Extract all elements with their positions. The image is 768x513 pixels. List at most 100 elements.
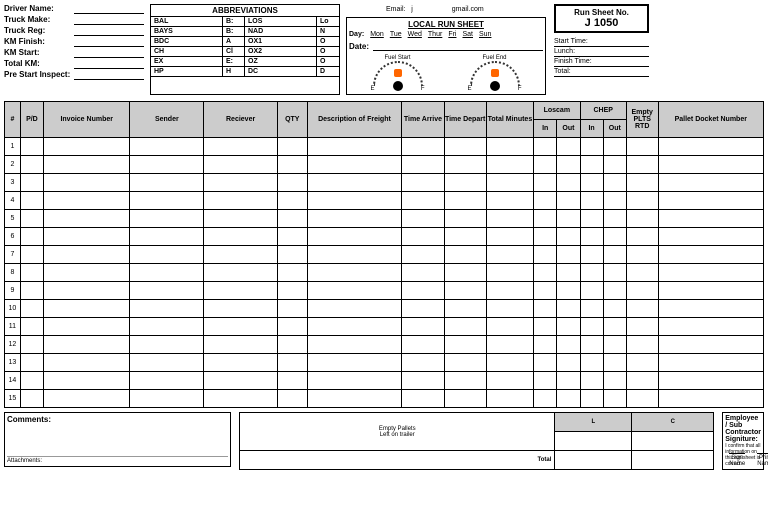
cell[interactable]: [130, 336, 204, 354]
cell[interactable]: [307, 228, 402, 246]
cell[interactable]: [402, 138, 444, 156]
cell[interactable]: [534, 336, 557, 354]
cell[interactable]: [580, 192, 603, 210]
cell[interactable]: [658, 336, 763, 354]
cell[interactable]: [534, 192, 557, 210]
cell[interactable]: [444, 228, 486, 246]
cell[interactable]: [204, 246, 278, 264]
cell[interactable]: [204, 138, 278, 156]
cell[interactable]: [444, 300, 486, 318]
cell[interactable]: [20, 174, 43, 192]
cell[interactable]: [658, 210, 763, 228]
cell[interactable]: [626, 300, 658, 318]
cell[interactable]: [278, 174, 308, 192]
truck-reg-field[interactable]: [74, 26, 144, 36]
cell[interactable]: [486, 228, 533, 246]
cell[interactable]: [444, 354, 486, 372]
cell[interactable]: [658, 174, 763, 192]
cell[interactable]: [557, 354, 580, 372]
cell[interactable]: [402, 192, 444, 210]
cell[interactable]: [486, 318, 533, 336]
cell[interactable]: [658, 390, 763, 408]
cell[interactable]: [580, 282, 603, 300]
cell[interactable]: [626, 282, 658, 300]
cell[interactable]: [130, 300, 204, 318]
cell[interactable]: [658, 300, 763, 318]
cell[interactable]: [402, 300, 444, 318]
cell[interactable]: [44, 318, 130, 336]
cell[interactable]: [626, 210, 658, 228]
cell[interactable]: [603, 138, 626, 156]
cell[interactable]: [557, 282, 580, 300]
cell[interactable]: [20, 336, 43, 354]
cell[interactable]: [603, 246, 626, 264]
cell[interactable]: [20, 354, 43, 372]
cell[interactable]: [278, 336, 308, 354]
cell[interactable]: [557, 390, 580, 408]
cell[interactable]: [402, 174, 444, 192]
cell[interactable]: [658, 192, 763, 210]
cell[interactable]: [44, 390, 130, 408]
cell[interactable]: [444, 372, 486, 390]
lunch-row[interactable]: Lunch:: [554, 47, 649, 57]
cell[interactable]: [130, 138, 204, 156]
cell[interactable]: [444, 390, 486, 408]
cell[interactable]: [130, 318, 204, 336]
cell[interactable]: [580, 246, 603, 264]
cell[interactable]: [20, 282, 43, 300]
cell[interactable]: [658, 372, 763, 390]
cell[interactable]: [44, 264, 130, 282]
cell[interactable]: [486, 264, 533, 282]
cell[interactable]: [307, 138, 402, 156]
cell[interactable]: [307, 282, 402, 300]
cell[interactable]: [307, 318, 402, 336]
cell[interactable]: [402, 228, 444, 246]
cell[interactable]: [278, 300, 308, 318]
cell[interactable]: [44, 246, 130, 264]
cell[interactable]: [44, 210, 130, 228]
cell[interactable]: [626, 246, 658, 264]
cell[interactable]: [402, 210, 444, 228]
cell[interactable]: [603, 228, 626, 246]
cell[interactable]: [534, 138, 557, 156]
cell[interactable]: [534, 210, 557, 228]
cell[interactable]: [626, 264, 658, 282]
cell[interactable]: [44, 372, 130, 390]
cell[interactable]: [626, 354, 658, 372]
cell[interactable]: [658, 282, 763, 300]
cell[interactable]: [307, 300, 402, 318]
truck-make-field[interactable]: [74, 15, 144, 25]
cell[interactable]: [580, 210, 603, 228]
cell[interactable]: [557, 192, 580, 210]
cell[interactable]: [402, 282, 444, 300]
cell[interactable]: [580, 372, 603, 390]
cell[interactable]: [626, 390, 658, 408]
cell[interactable]: [204, 192, 278, 210]
start-time-row[interactable]: Start Time:: [554, 37, 649, 47]
cell[interactable]: [307, 336, 402, 354]
cell[interactable]: [486, 354, 533, 372]
prestart-field[interactable]: [74, 70, 144, 80]
cell[interactable]: [278, 246, 308, 264]
cell[interactable]: [534, 246, 557, 264]
cell[interactable]: [130, 282, 204, 300]
cell[interactable]: [278, 282, 308, 300]
cell[interactable]: [580, 336, 603, 354]
cell[interactable]: [20, 246, 43, 264]
cell[interactable]: [658, 138, 763, 156]
cell[interactable]: [44, 138, 130, 156]
cell[interactable]: [307, 174, 402, 192]
cell[interactable]: [658, 264, 763, 282]
cell[interactable]: [658, 228, 763, 246]
total-time-row[interactable]: Total:: [554, 67, 649, 77]
cell[interactable]: [204, 390, 278, 408]
km-start-field[interactable]: [74, 48, 144, 58]
cell[interactable]: [278, 354, 308, 372]
cell[interactable]: [44, 174, 130, 192]
cell[interactable]: [580, 300, 603, 318]
cell[interactable]: [130, 246, 204, 264]
cell[interactable]: [20, 318, 43, 336]
cell[interactable]: [20, 390, 43, 408]
cell[interactable]: [307, 192, 402, 210]
cell[interactable]: [486, 156, 533, 174]
